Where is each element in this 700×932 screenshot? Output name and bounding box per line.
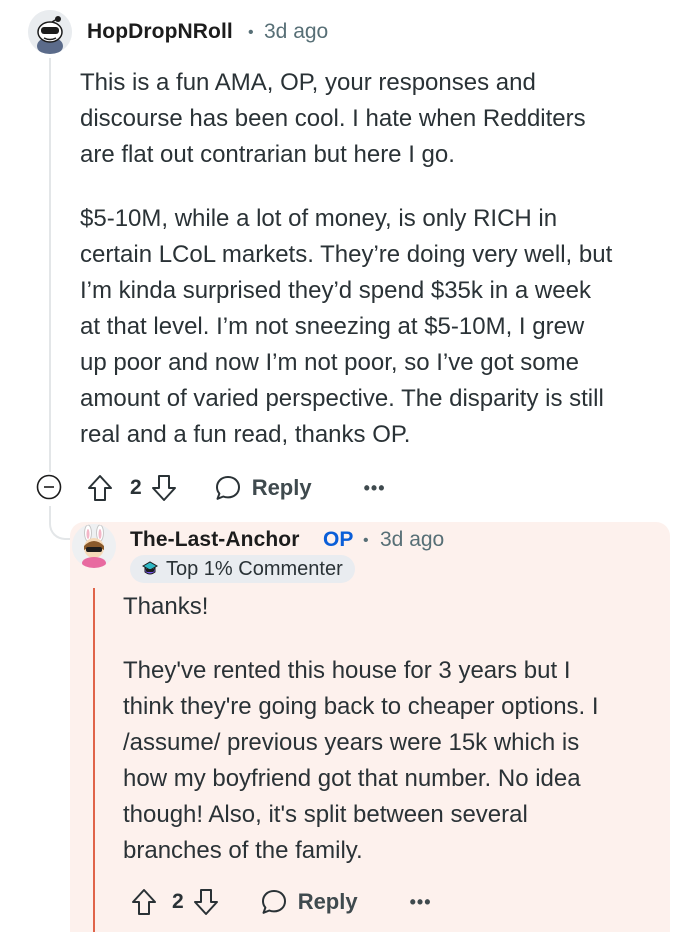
upvote-button[interactable] <box>86 473 114 503</box>
upvote-arrow-icon <box>88 475 112 501</box>
reply-label: Reply <box>297 889 358 914</box>
reply-author[interactable]: The-Last-Anchor <box>130 528 300 552</box>
upvote-arrow-icon <box>132 889 156 915</box>
comment-author[interactable]: HopDropNRoll <box>87 20 233 44</box>
chat-bubble-icon <box>215 476 240 500</box>
top-commenter-badge[interactable]: Top 1% Commenter <box>130 555 355 583</box>
reply-paragraph: They've rented this house for 3 years bu… <box>123 657 599 864</box>
meta-separator: • <box>248 24 254 41</box>
more-options-icon: ••• <box>363 477 386 498</box>
comment-timestamp: 3d ago <box>264 20 329 43</box>
downvote-button[interactable] <box>192 887 220 917</box>
vote-count: 2 <box>130 476 142 499</box>
vote-count: 2 <box>172 890 184 913</box>
thread-line <box>49 58 51 472</box>
more-options-icon: ••• <box>409 891 432 912</box>
reply-button[interactable]: Reply <box>260 888 358 916</box>
collapse-thread-button[interactable] <box>36 474 62 500</box>
chat-bubble-icon <box>261 890 286 914</box>
more-options-button[interactable]: ••• <box>364 478 386 499</box>
upvote-button[interactable] <box>130 887 158 917</box>
downvote-button[interactable] <box>150 473 178 503</box>
badge-label: Top 1% Commenter <box>166 557 343 580</box>
comment-actions: 2 Reply ••• <box>86 472 386 504</box>
downvote-arrow-icon <box>151 475 176 501</box>
bunny-avatar-icon[interactable] <box>72 524 116 568</box>
reply-indicator-rail <box>93 588 95 932</box>
meta-separator: • <box>363 532 369 549</box>
comment-body: This is a fun AMA, OP, your responses an… <box>80 65 680 453</box>
reply-actions: 2 Reply ••• <box>130 886 432 918</box>
reply-timestamp: 3d ago <box>380 528 445 551</box>
snoo-avatar-icon[interactable] <box>28 10 72 54</box>
comment-paragraph: This is a fun AMA, OP, your responses an… <box>80 69 586 168</box>
minus-circle-icon <box>36 474 62 500</box>
reply-body: Thanks! They've rented this house for 3 … <box>123 589 673 869</box>
comment-paragraph: $5-10M, while a lot of money, is only RI… <box>80 205 613 448</box>
more-options-button[interactable]: ••• <box>410 892 432 913</box>
op-label: OP <box>323 528 354 551</box>
reply-button[interactable]: Reply <box>214 474 312 502</box>
downvote-arrow-icon <box>193 889 218 915</box>
commenter-badge-icon <box>141 561 159 575</box>
reply-label: Reply <box>251 475 312 500</box>
reply-paragraph: Thanks! <box>123 593 209 620</box>
